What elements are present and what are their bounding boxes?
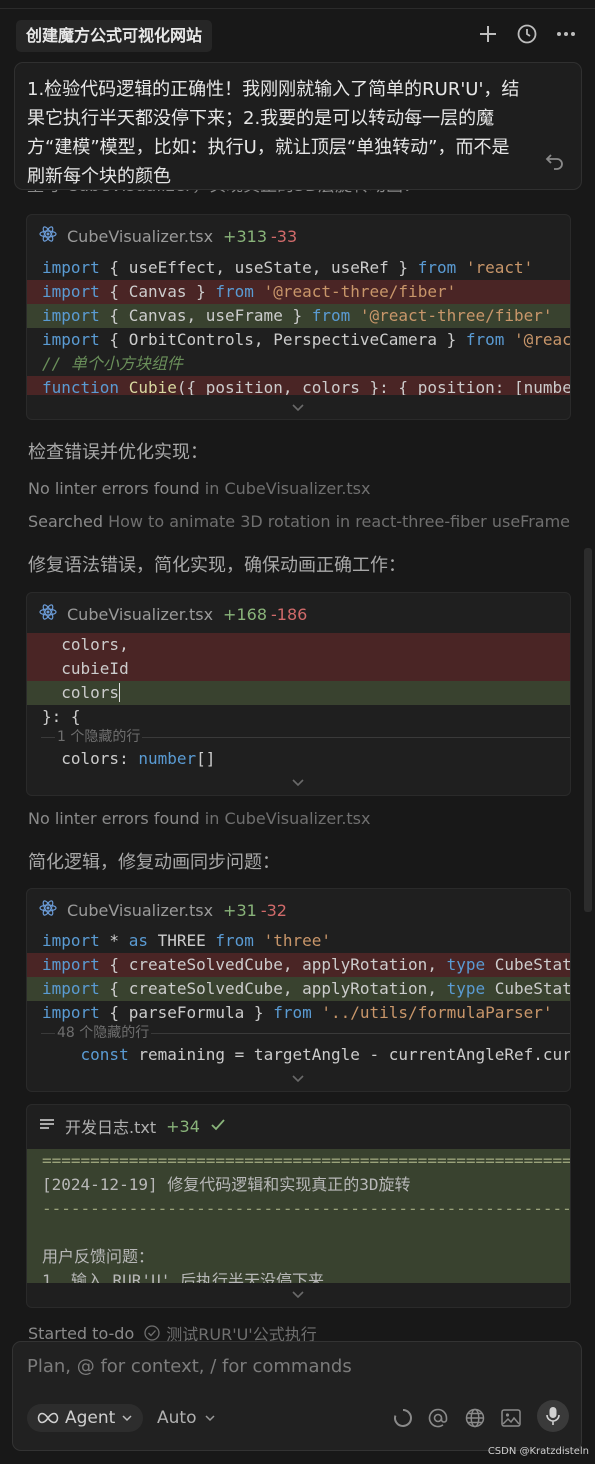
- code-comment-line: // 单个小方块组件: [42, 354, 183, 373]
- code-block-header: CubeVisualizer.tsx +313 -33: [39, 226, 297, 246]
- code-line: import { useEffect, useState, useRef } f…: [42, 258, 534, 277]
- log-line: 1. 输入 RUR'U' 后执行半天没停下来: [27, 1269, 570, 1283]
- code-line: }: {: [42, 707, 81, 726]
- search-status: Searched How to animate 3D rotation in r…: [28, 512, 570, 531]
- lines-removed: -32: [260, 900, 287, 920]
- file-name[interactable]: CubeVisualizer.tsx: [67, 605, 213, 624]
- user-prompt-text: 1.检验代码逻辑的正确性！我刚刚就输入了简单的RUR'U'，结果它执行半天都没停…: [27, 79, 520, 187]
- assistant-message: 修复语法错误，简化实现，确保动画正确工作：: [28, 555, 406, 576]
- expand-chevron-icon[interactable]: [289, 775, 307, 789]
- code-block-header: CubeVisualizer.tsx +31 -32: [39, 900, 287, 920]
- loading-spinner-icon: [391, 1406, 415, 1430]
- lines-added: +31: [223, 900, 257, 920]
- code-line: colors: number[]: [42, 749, 216, 768]
- linter-file[interactable]: in CubeVisualizer.tsx: [205, 479, 371, 498]
- search-label: Searched: [28, 512, 103, 531]
- hidden-lines-label: 48 个隐藏的行: [55, 1023, 152, 1043]
- chat-input-placeholder[interactable]: Plan, @ for context, / for commands: [27, 1356, 352, 1377]
- assistant-message: 简化逻辑，修复动画同步问题：: [28, 852, 280, 873]
- chat-title[interactable]: 创建魔方公式可视化网站: [16, 20, 213, 52]
- chat-header: 创建魔方公式可视化网站: [0, 8, 595, 60]
- code-line-removed: import { createSolvedCube, applyRotation…: [27, 953, 570, 977]
- chevron-down-icon: [121, 1414, 133, 1422]
- code-line-added: colors: [27, 681, 570, 705]
- assistant-message: 检查错误并优化实现：: [28, 442, 208, 463]
- chat-input-box[interactable]: Plan, @ for context, / for commands Agen…: [12, 1341, 582, 1451]
- code-block-header: 开发日志.txt +34: [39, 1114, 226, 1138]
- expand-chevron-icon[interactable]: [289, 400, 307, 414]
- lines-removed: -33: [271, 226, 298, 246]
- lines-removed: -186: [271, 604, 308, 624]
- code-edit-block[interactable]: CubeVisualizer.tsx +168 -186 colors, cub…: [26, 592, 571, 796]
- hidden-lines-divider[interactable]: 48 个隐藏的行: [41, 1023, 570, 1043]
- react-icon: [39, 225, 57, 247]
- globe-icon[interactable]: [463, 1406, 487, 1430]
- log-line: [2024-12-19] 修复代码逻辑和实现真正的3D旋转: [27, 1173, 570, 1197]
- code-line-added: import { createSolvedCube, applyRotation…: [27, 977, 570, 1001]
- hidden-lines-divider[interactable]: 1 个隐藏的行: [41, 727, 570, 747]
- linter-status: No linter errors found in CubeVisualizer…: [28, 809, 370, 828]
- chevron-down-icon: [204, 1414, 216, 1422]
- code-edit-block[interactable]: CubeVisualizer.tsx +313 -33 import { use…: [26, 214, 571, 420]
- hidden-lines-label: 1 个隐藏的行: [55, 727, 143, 747]
- linter-file[interactable]: in CubeVisualizer.tsx: [205, 809, 371, 828]
- file-name[interactable]: CubeVisualizer.tsx: [67, 227, 213, 246]
- linter-label: No linter errors found: [28, 809, 200, 828]
- chat-scrollbar[interactable]: [584, 548, 592, 912]
- code-line-removed: function Cubie({ position, colors }: { p…: [27, 376, 570, 395]
- search-query[interactable]: How to animate 3D rotation in react-thre…: [108, 512, 570, 531]
- linter-label: No linter errors found: [28, 479, 200, 498]
- lines-added: +313: [223, 226, 267, 246]
- checkmark-icon: [210, 1117, 226, 1136]
- lines-added: +34: [166, 1116, 200, 1136]
- react-icon: [39, 603, 57, 625]
- code-block-header: CubeVisualizer.tsx +168 -186: [39, 604, 307, 624]
- expand-chevron-icon[interactable]: [289, 1071, 307, 1085]
- microphone-icon[interactable]: [537, 1400, 569, 1432]
- file-name[interactable]: 开发日志.txt: [65, 1114, 156, 1138]
- watermark: CSDN @Kratzdisteln: [487, 1446, 589, 1457]
- new-chat-plus-icon[interactable]: [475, 20, 501, 48]
- react-icon: [39, 899, 57, 921]
- code-line-removed: cubieId: [27, 657, 570, 681]
- code-line: import { parseFormula } from '../utils/f…: [42, 1003, 553, 1022]
- model-label: Auto: [157, 1408, 197, 1428]
- code-line: import * as THREE from 'three': [42, 931, 332, 950]
- code-line-added: import { Canvas, useFrame } from '@react…: [27, 304, 570, 328]
- log-line: [27, 1221, 570, 1245]
- code-line-removed: import { Canvas } from '@react-three/fib…: [27, 280, 570, 304]
- infinity-icon: [37, 1412, 59, 1424]
- text-file-icon: [39, 1117, 55, 1136]
- code-line: const remaining = targetAngle - currentA…: [80, 1045, 570, 1064]
- history-clock-icon[interactable]: [514, 20, 540, 48]
- code-edit-block[interactable]: CubeVisualizer.tsx +31 -32 import * as T…: [26, 888, 571, 1092]
- linter-status: No linter errors found in CubeVisualizer…: [28, 479, 370, 498]
- agent-mode-dropdown[interactable]: Agent: [27, 1404, 144, 1432]
- file-name[interactable]: CubeVisualizer.tsx: [67, 901, 213, 920]
- agent-label: Agent: [65, 1408, 116, 1428]
- user-prompt-bubble[interactable]: 1.检验代码逻辑的正确性！我刚刚就输入了简单的RUR'U'，结果它执行半天都没停…: [14, 62, 582, 190]
- image-icon[interactable]: [499, 1406, 523, 1430]
- todo-label: Started to-do: [28, 1323, 135, 1343]
- log-line: 用户反馈问题：: [27, 1245, 570, 1269]
- check-circle-icon: [144, 1325, 160, 1341]
- log-line: ========================================…: [27, 1149, 570, 1173]
- log-line: ----------------------------------------…: [27, 1197, 570, 1221]
- at-mention-icon[interactable]: [426, 1406, 450, 1430]
- model-select-dropdown[interactable]: Auto: [157, 1404, 216, 1432]
- undo-icon[interactable]: [545, 153, 565, 175]
- file-create-block[interactable]: 开发日志.txt +34 ===========================…: [26, 1104, 571, 1308]
- code-line-removed: colors,: [27, 633, 570, 657]
- lines-added: +168: [223, 604, 267, 624]
- code-line: import { OrbitControls, PerspectiveCamer…: [42, 330, 570, 349]
- more-options-icon[interactable]: [553, 20, 579, 48]
- expand-chevron-icon[interactable]: [289, 1287, 307, 1301]
